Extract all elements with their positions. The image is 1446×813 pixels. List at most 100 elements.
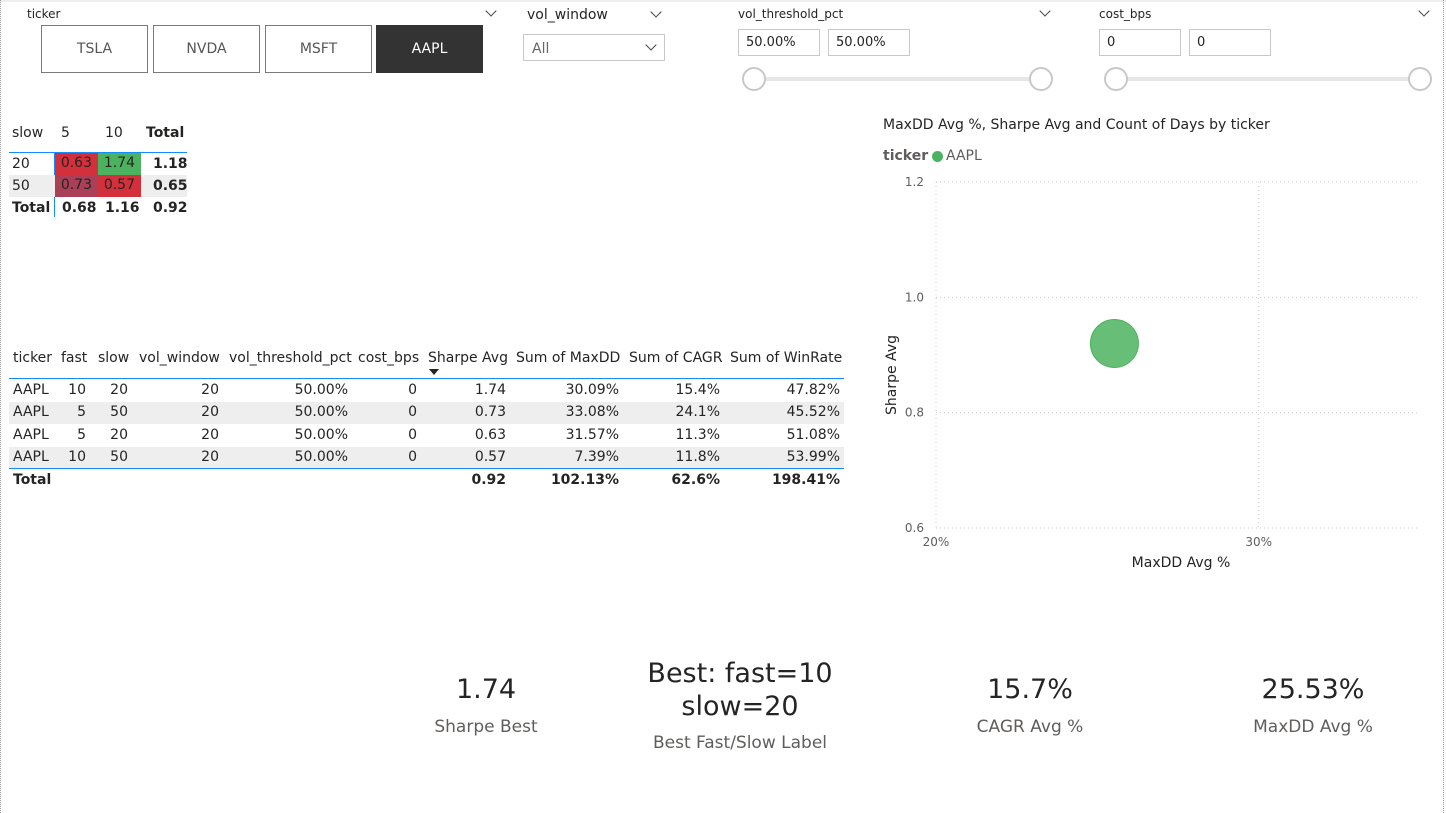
vol-threshold-min-input[interactable]: 50.00% xyxy=(738,29,820,56)
canvas-right-border xyxy=(1443,0,1444,813)
cost-bps-slider-max-handle[interactable] xyxy=(1408,67,1432,91)
chevron-down-icon[interactable] xyxy=(1418,5,1430,17)
matrix-row-header: slow xyxy=(12,125,44,141)
column-header-sum-of-cagr[interactable]: Sum of CAGR xyxy=(629,350,722,366)
cell-sum-of-maxdd: 30.09% xyxy=(565,382,619,398)
cost-bps-min-input[interactable]: 0 xyxy=(1099,29,1181,56)
cell-ticker: AAPL xyxy=(13,449,49,465)
x-tick-label: 30% xyxy=(1245,535,1272,549)
card-label: Best Fast/Slow Label xyxy=(652,733,828,753)
x-axis-title: MaxDD Avg % xyxy=(1132,555,1231,571)
cell-cost-bps: 0 xyxy=(408,404,417,420)
y-axis-title: Sharpe Avg xyxy=(884,335,900,415)
cell-slow: 50 xyxy=(110,449,128,465)
scatter-point-aapl[interactable] xyxy=(1089,318,1139,368)
matrix-total-label: Total xyxy=(12,200,51,216)
table-total-divider xyxy=(9,468,844,469)
matrix-cell[interactable]: 0.63 xyxy=(55,153,98,175)
card-value: 1.74 xyxy=(455,674,517,705)
column-header-sharpe-avg[interactable]: Sharpe Avg xyxy=(428,350,508,366)
ticker-tile-aapl[interactable]: AAPL xyxy=(376,25,483,73)
column-header-vol-window[interactable]: vol_window xyxy=(139,350,220,366)
card-label: CAGR Avg % xyxy=(976,717,1084,737)
cell-vol-window: 20 xyxy=(201,382,219,398)
total-sum-of-cagr: 62.6% xyxy=(671,472,720,488)
matrix-cell[interactable]: 1.74 xyxy=(98,153,141,175)
vol-threshold-slider-min-handle[interactable] xyxy=(742,67,766,91)
cell-cost-bps: 0 xyxy=(408,382,417,398)
x-tick-label: 20% xyxy=(923,535,950,549)
vol-threshold-max-input[interactable]: 50.00% xyxy=(828,29,910,56)
matrix-col-header[interactable]: 5 xyxy=(61,125,70,141)
cost-bps-slicer-title: cost_bps xyxy=(1099,7,1152,21)
cell-ticker: AAPL xyxy=(13,427,49,443)
cell-vol-window: 20 xyxy=(201,427,219,443)
cost-bps-max-input[interactable]: 0 xyxy=(1189,29,1271,56)
sort-descending-icon[interactable] xyxy=(429,369,439,375)
cell-slow: 20 xyxy=(110,382,128,398)
total-sharpe-avg: 0.92 xyxy=(471,472,506,488)
matrix-cell[interactable]: 0.73 xyxy=(55,175,98,197)
cell-sharpe-avg: 0.73 xyxy=(474,404,506,420)
cell-sharpe-avg: 0.63 xyxy=(474,427,506,443)
canvas-top-edge xyxy=(0,0,1446,2)
chevron-down-icon[interactable] xyxy=(485,5,497,17)
column-header-ticker[interactable]: ticker xyxy=(13,350,52,366)
ticker-tile-tsla[interactable]: TSLA xyxy=(41,25,148,73)
cell-sum-of-cagr: 11.8% xyxy=(675,449,720,465)
cost-bps-slider-track[interactable] xyxy=(1114,77,1419,81)
ticker-slicer-title: ticker xyxy=(27,7,61,21)
cell-vol-threshold-pct: 50.00% xyxy=(294,404,348,420)
card-label: Sharpe Best xyxy=(434,717,538,737)
card-value-line1: Best: fast=10 xyxy=(647,658,833,689)
cell-sum-of-winrate: 51.08% xyxy=(786,427,840,443)
cell-ticker: AAPL xyxy=(13,404,49,420)
card-value: 15.7% xyxy=(987,674,1073,705)
column-header-vol-threshold-pct[interactable]: vol_threshold_pct xyxy=(229,350,352,366)
cell-vol-threshold-pct: 50.00% xyxy=(294,427,348,443)
matrix-total-cell: 0.68 xyxy=(62,200,97,216)
vol-window-slicer-title: vol_window xyxy=(527,7,608,23)
chevron-down-icon[interactable] xyxy=(650,6,662,18)
cell-vol-window: 20 xyxy=(201,404,219,420)
card-value: 25.53% xyxy=(1261,674,1365,705)
chart-title: MaxDD Avg %, Sharpe Avg and Count of Day… xyxy=(883,117,1270,133)
matrix-row-total: 1.18 xyxy=(153,156,188,172)
card-value-line2: slow=20 xyxy=(681,691,799,722)
matrix-col-header-total: Total xyxy=(146,125,185,141)
scatter-plot-area: 0.6 0.8 1.0 1.2 20% 30% MaxDD Avg % Sharpe Avg xyxy=(884,175,1420,571)
vol-threshold-slider-track[interactable] xyxy=(752,77,1042,81)
matrix-grand-total: 0.92 xyxy=(153,200,188,216)
y-tick-label: 0.8 xyxy=(905,406,924,420)
vol-window-dropdown[interactable]: All xyxy=(523,34,665,61)
chevron-down-icon[interactable] xyxy=(1039,5,1051,17)
cell-sum-of-cagr: 24.1% xyxy=(675,404,720,420)
cell-sum-of-cagr: 11.3% xyxy=(675,427,720,443)
column-header-slow[interactable]: slow xyxy=(98,350,129,366)
cost-bps-slider-min-handle[interactable] xyxy=(1104,67,1128,91)
canvas-left-border xyxy=(0,0,1,813)
cell-fast: 10 xyxy=(68,449,86,465)
matrix-total-cell: 1.16 xyxy=(105,200,140,216)
vol-threshold-slider-max-handle[interactable] xyxy=(1029,67,1053,91)
vol-window-selected-value: All xyxy=(532,41,550,57)
ticker-tile-msft[interactable]: MSFT xyxy=(265,25,372,73)
cell-sum-of-winrate: 45.52% xyxy=(786,404,840,420)
cell-ticker: AAPL xyxy=(13,382,49,398)
column-header-fast[interactable]: fast xyxy=(61,350,87,366)
ticker-tile-nvda[interactable]: NVDA xyxy=(153,25,260,73)
column-header-cost-bps[interactable]: cost_bps xyxy=(358,350,419,366)
cell-fast: 5 xyxy=(77,404,86,420)
matrix-row-label[interactable]: 20 xyxy=(12,156,30,172)
cell-sum-of-maxdd: 33.08% xyxy=(565,404,619,420)
matrix-row-total: 0.65 xyxy=(153,178,188,194)
column-header-sum-of-maxdd[interactable]: Sum of MaxDD xyxy=(516,350,620,366)
total-sum-of-maxdd: 102.13% xyxy=(550,472,619,488)
matrix-col-header[interactable]: 10 xyxy=(105,125,123,141)
cell-cost-bps: 0 xyxy=(408,449,417,465)
matrix-row-label[interactable]: 50 xyxy=(12,178,30,194)
column-header-sum-of-winrate[interactable]: Sum of WinRate xyxy=(730,350,842,366)
cell-vol-threshold-pct: 50.00% xyxy=(294,382,348,398)
card-label: MaxDD Avg % xyxy=(1253,717,1373,737)
matrix-cell[interactable]: 0.57 xyxy=(98,175,141,197)
